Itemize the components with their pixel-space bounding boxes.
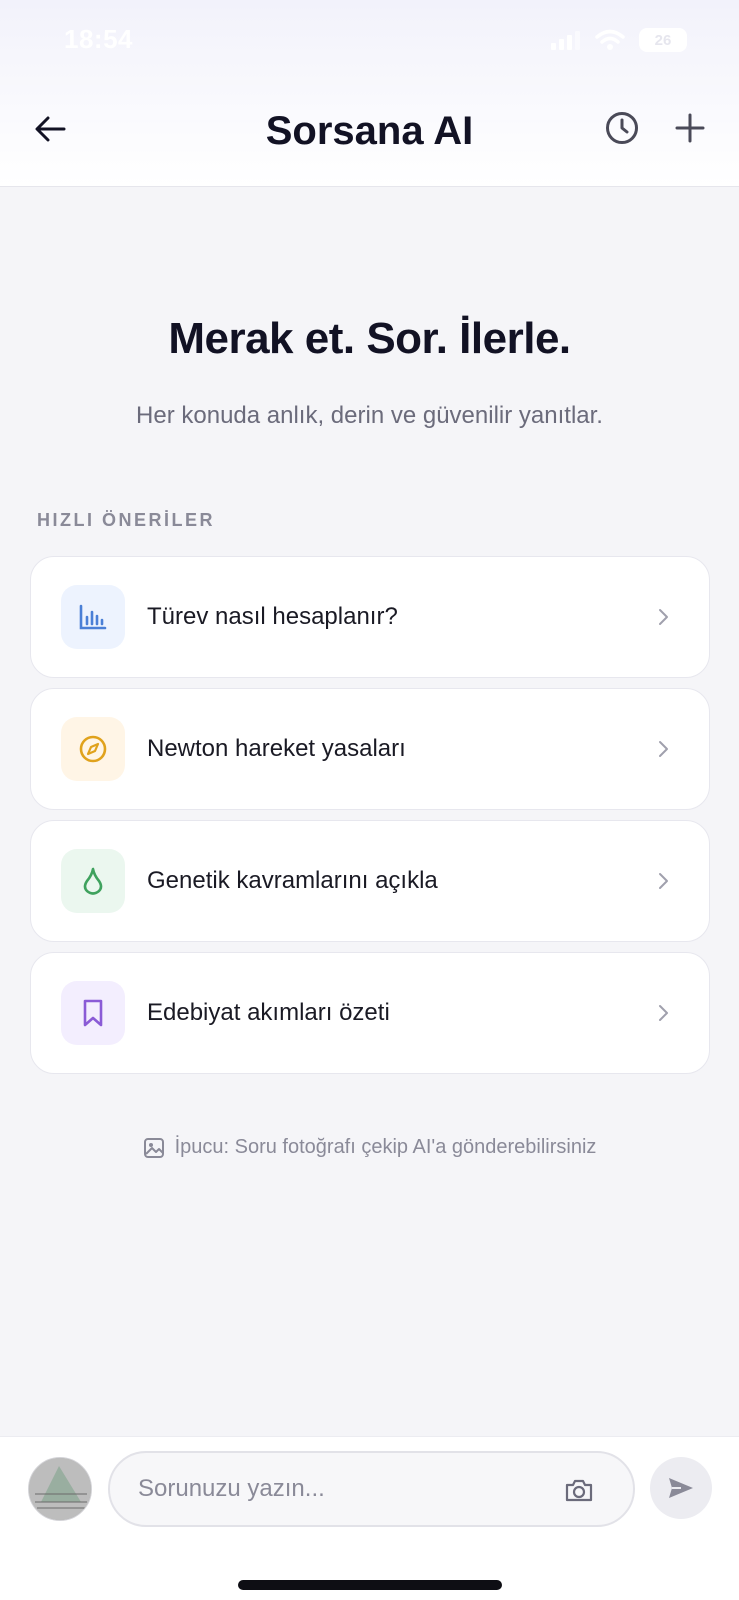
card-icon-wrap — [61, 585, 125, 649]
attached-photo-thumbnail[interactable] — [28, 1457, 92, 1521]
camera-icon — [565, 1479, 593, 1502]
clock-icon — [606, 112, 638, 144]
suggestion-card-literature[interactable]: Edebiyat akımları özeti — [30, 952, 710, 1074]
compass-icon — [79, 735, 107, 763]
history-button[interactable] — [602, 108, 642, 148]
image-icon — [143, 1137, 164, 1158]
wifi-icon — [595, 29, 625, 50]
section-label: HIZLI ÖNERİLER — [37, 510, 215, 530]
chevron-right-icon — [653, 607, 673, 627]
status-icons: 26 — [551, 28, 687, 52]
suggestion-list: Türev nasıl hesaplanır? Newton hareket y… — [30, 556, 710, 1084]
tip: İpucu: Soru fotoğrafı çekip AI'a göndere… — [0, 1136, 739, 1159]
battery-icon: 26 — [639, 28, 687, 52]
suggestion-label: Newton hareket yasaları — [147, 735, 406, 762]
signal-icon — [551, 31, 580, 50]
chevron-right-icon — [653, 739, 673, 759]
drop-icon — [83, 867, 103, 895]
status-bar: 18:54 26 — [0, 0, 739, 85]
status-time: 18:54 — [64, 24, 133, 54]
new-chat-button[interactable] — [670, 108, 710, 148]
hero-title: Merak et. Sor. İlerle. — [168, 314, 571, 363]
send-button[interactable] — [650, 1457, 712, 1519]
chevron-right-icon — [653, 871, 673, 891]
card-icon-wrap — [61, 849, 125, 913]
suggestion-label: Türev nasıl hesaplanır? — [147, 603, 398, 630]
send-icon — [669, 1478, 693, 1498]
composer-bar — [0, 1436, 739, 1600]
tip-text: İpucu: Soru fotoğrafı çekip AI'a göndere… — [174, 1136, 597, 1158]
card-icon-wrap — [61, 981, 125, 1045]
suggestion-card-derivative[interactable]: Türev nasıl hesaplanır? — [30, 556, 710, 678]
hero-subtitle: Her konuda anlık, derin ve güvenilir yan… — [136, 402, 603, 429]
suggestion-card-genetics[interactable]: Genetik kavramlarını açıkla — [30, 820, 710, 942]
app-header: Sorsana AI — [0, 85, 739, 187]
card-icon-wrap — [61, 717, 125, 781]
photo-preview-icon — [29, 1458, 91, 1520]
bar-chart-icon — [79, 604, 107, 630]
camera-button[interactable] — [562, 1473, 596, 1507]
chevron-right-icon — [653, 1003, 673, 1023]
plus-icon — [675, 113, 705, 143]
suggestion-card-newton[interactable]: Newton hareket yasaları — [30, 688, 710, 810]
suggestion-label: Genetik kavramlarını açıkla — [147, 867, 438, 894]
bookmark-icon — [83, 999, 103, 1027]
message-input[interactable] — [108, 1451, 635, 1527]
battery-level: 26 — [654, 31, 672, 49]
home-indicator — [238, 1580, 502, 1590]
suggestion-label: Edebiyat akımları özeti — [147, 999, 390, 1026]
